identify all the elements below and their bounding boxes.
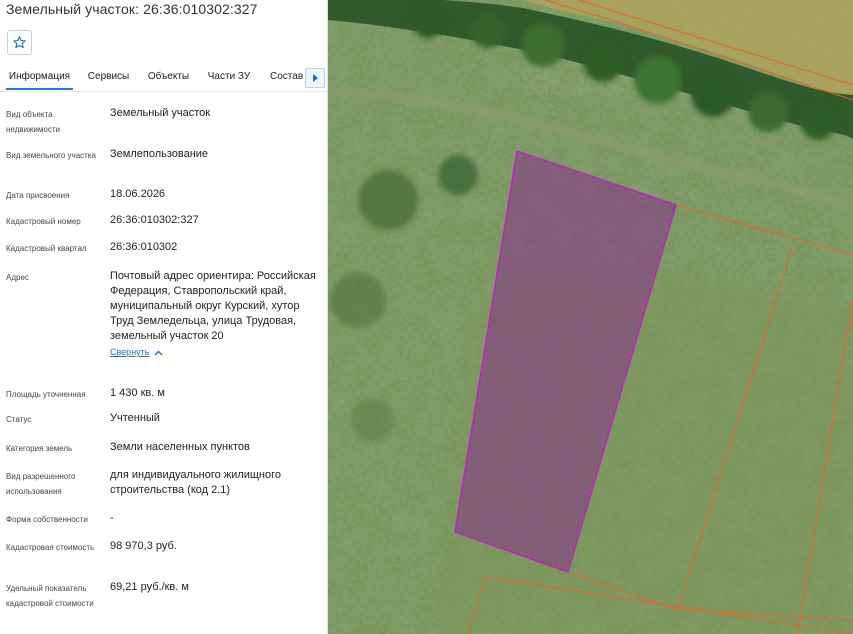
star-icon <box>13 36 26 49</box>
tab-services[interactable]: Сервисы <box>80 66 137 90</box>
page-title: Земельный участок: 26:36:010302:327 <box>6 1 258 17</box>
field-label: Статус <box>6 415 32 424</box>
field-value-wrapper: Почтовый адрес ориентира: Российская Фед… <box>110 269 322 360</box>
field-value: для индивидуального жилищного строительс… <box>110 469 282 496</box>
collapse-label: Свернуть <box>110 347 150 357</box>
field-value: 1 430 кв. м <box>110 387 165 399</box>
chevron-right-icon <box>312 74 318 82</box>
field-value: 98 970,3 руб. <box>110 540 177 552</box>
tab-composition[interactable]: Состав <box>262 66 304 90</box>
field-label: Кадастровый квартал <box>6 244 87 253</box>
field-label: Категория земель <box>6 444 73 453</box>
info-panel: Земельный участок: 26:36:010302:327 Инфо… <box>0 0 328 634</box>
field-label: Удельный показатель кадастровой стоимост… <box>6 584 94 608</box>
field-value: - <box>110 512 114 524</box>
field-label: Дата присвоения <box>6 191 70 200</box>
field-value: 18.06.2026 <box>110 188 166 200</box>
field-label: Вид объекта недвижимости <box>6 110 60 134</box>
satellite-map[interactable] <box>328 0 853 634</box>
field-label: Форма собственности <box>6 515 88 524</box>
field-value: Землепользование <box>110 148 209 160</box>
map-canvas <box>328 0 853 634</box>
field-value[interactable]: 26:36:010302:327 <box>110 213 322 228</box>
tab-bar: Информация Сервисы Объекты Части ЗУ Сост… <box>0 66 327 92</box>
field-label: Адрес <box>6 273 29 282</box>
field-value[interactable]: 26:36:010302 <box>110 240 322 255</box>
favorite-button[interactable] <box>7 30 32 55</box>
field-label: Кадастровая стоимость <box>6 543 95 552</box>
field-label: Вид разрешенного использования <box>6 472 76 496</box>
field-value: 69,21 руб./кв. м <box>110 581 189 593</box>
tabs-next-button[interactable] <box>305 68 325 88</box>
field-value: Учтенный <box>110 412 160 424</box>
field-label: Кадастровый номер <box>6 217 81 226</box>
address-text: Почтовый адрес ориентира: Российская Фед… <box>110 270 316 342</box>
field-value: Земельный участок <box>110 107 211 119</box>
tab-objects[interactable]: Объекты <box>141 66 196 90</box>
tab-land-parts[interactable]: Части ЗУ <box>201 66 257 90</box>
chevron-up-icon <box>154 350 163 355</box>
field-label: Вид земельного участка <box>6 151 96 160</box>
field-label: Площадь уточненная <box>6 390 86 399</box>
tab-information[interactable]: Информация <box>6 66 73 90</box>
field-value: Земли населенных пунктов <box>110 441 250 453</box>
collapse-link[interactable]: Свернуть <box>110 345 163 360</box>
